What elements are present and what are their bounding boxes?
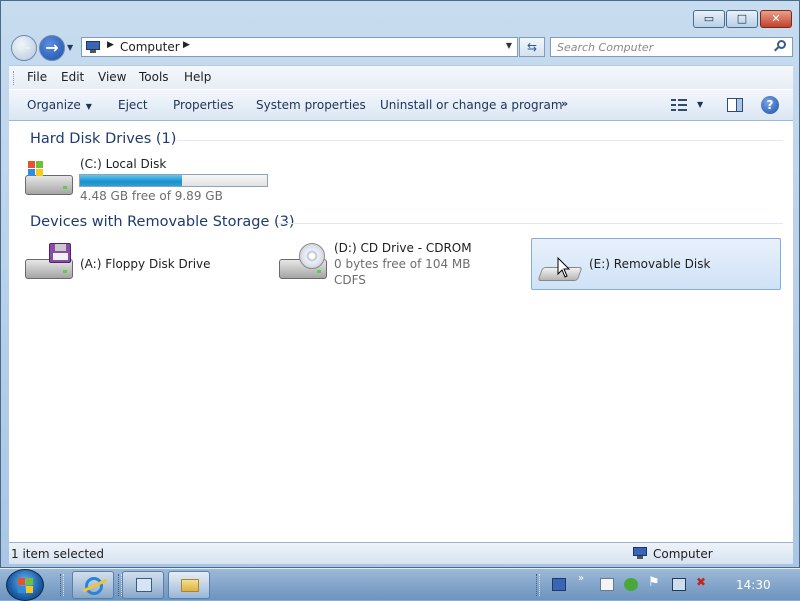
maximize-icon: □ [736,12,748,25]
status-bar: 1 item selected Computer [9,542,793,564]
document-icon[interactable] [600,578,614,591]
preview-pane-icon[interactable] [727,98,743,112]
taskbar: » ⚑ ✖ 14:30 [0,568,800,601]
minimize-icon: ▭ [703,12,715,25]
menu-tools[interactable]: Tools [139,70,169,84]
minimize-button[interactable]: ▭ [693,10,725,28]
security-shield-icon[interactable] [624,578,638,591]
drive-a-floppy[interactable]: (A:) Floppy Disk Drive [25,239,265,291]
group-header-hard-disk[interactable]: Hard Disk Drives (1) [30,131,176,147]
network-icon[interactable] [672,578,686,591]
taskbar-grip[interactable] [536,574,540,596]
organize-button[interactable]: Organize ▼ [27,98,92,112]
address-dropdown-icon[interactable]: ▼ [506,41,512,50]
back-button[interactable]: ← [11,35,37,61]
menu-edit[interactable]: Edit [61,70,84,84]
properties-button[interactable]: Properties [173,98,234,112]
selection-status: 1 item selected [11,547,105,561]
search-icon[interactable] [774,40,786,53]
menubar-grip [13,71,16,85]
forward-arrow-icon: → [45,38,59,57]
server-manager-icon [136,578,152,592]
group-divider [177,140,783,141]
drive-c-capacity-bar [79,174,268,187]
address-bar[interactable]: ▶ Computer ▶ ▼ [81,37,518,57]
chevron-down-icon: ▼ [85,102,92,111]
desktop-icon[interactable] [552,578,566,591]
volume-muted-icon[interactable]: ✖ [696,575,710,589]
mouse-cursor-icon [557,257,571,278]
taskbar-grip[interactable] [60,574,64,596]
refresh-icon: ⇆ [526,40,538,54]
drive-e-label: (E:) Removable Disk [589,257,711,271]
content-pane: Hard Disk Drives (1) (C:) Local Disk 4.4… [9,121,793,542]
explorer-window: ▭ □ ✕ ← → ▼ ▶ Computer ▶ ▼ ⇆ File Edit V… [0,0,800,568]
folder-icon [181,579,199,592]
eject-button[interactable]: Eject [118,98,148,112]
drive-d-filesystem: CDFS [334,273,366,287]
menu-view[interactable]: View [98,70,126,84]
group-divider [277,223,783,224]
windows-explorer-button[interactable] [168,571,210,599]
drive-d-cd[interactable]: (D:) CD Drive - CDROM 0 bytes free of 10… [279,239,519,291]
more-commands-button[interactable]: » [561,97,568,110]
computer-icon [86,41,100,53]
menu-help[interactable]: Help [184,70,211,84]
system-properties-button[interactable]: System properties [256,98,366,112]
windows-logo-icon [18,578,34,593]
internet-explorer-icon [82,577,108,595]
drive-d-label: (D:) CD Drive - CDROM [334,241,472,255]
back-arrow-icon: ← [17,38,31,57]
internet-explorer-button[interactable] [72,571,114,599]
help-icon[interactable]: ? [761,96,779,114]
clock[interactable]: 14:30 [736,578,771,592]
refresh-button[interactable]: ⇆ [519,37,545,57]
drive-a-label: (A:) Floppy Disk Drive [80,257,211,271]
start-button[interactable] [6,569,44,601]
drive-c-capacity-fill [80,175,183,186]
close-icon: ✕ [771,12,781,25]
menu-file[interactable]: File [27,70,47,84]
title-bar[interactable]: ▭ □ ✕ [1,1,799,33]
search-box[interactable] [550,37,793,57]
forward-button[interactable]: → [39,35,65,61]
floppy-drive-icon [25,243,75,283]
drive-c-local-disk[interactable]: (C:) Local Disk 4.48 GB free of 9.89 GB [25,155,285,205]
breadcrumb-chevron-icon[interactable]: ▶ [183,40,190,50]
drive-d-free-space: 0 bytes free of 104 MB [334,257,471,271]
computer-icon [633,547,647,560]
drive-c-free-space: 4.48 GB free of 9.89 GB [80,189,223,203]
views-dropdown-icon[interactable]: ▼ [697,100,703,109]
action-center-flag-icon[interactable]: ⚑ [648,575,662,590]
command-bar: Organize ▼ Eject Properties System proper… [9,89,793,121]
hard-drive-icon [25,159,75,199]
server-manager-button[interactable] [122,571,164,599]
breadcrumb-chevron-icon[interactable]: ▶ [107,40,114,50]
menu-bar: File Edit View Tools Help [9,65,793,89]
show-hidden-icons-icon[interactable]: » [578,573,592,586]
drive-c-label: (C:) Local Disk [80,157,167,171]
cd-drive-icon [279,243,329,283]
breadcrumb-computer[interactable]: Computer [120,40,180,54]
change-view-icon[interactable] [671,98,687,112]
group-header-removable[interactable]: Devices with Removable Storage (3) [30,214,295,230]
maximize-button[interactable]: □ [726,10,758,28]
organize-label: Organize [27,98,81,112]
status-location: Computer [653,547,713,561]
search-input[interactable] [551,38,761,56]
close-button[interactable]: ✕ [760,10,792,28]
uninstall-program-button[interactable]: Uninstall or change a program [380,98,563,112]
recent-pages-dropdown-icon[interactable]: ▼ [67,43,73,52]
